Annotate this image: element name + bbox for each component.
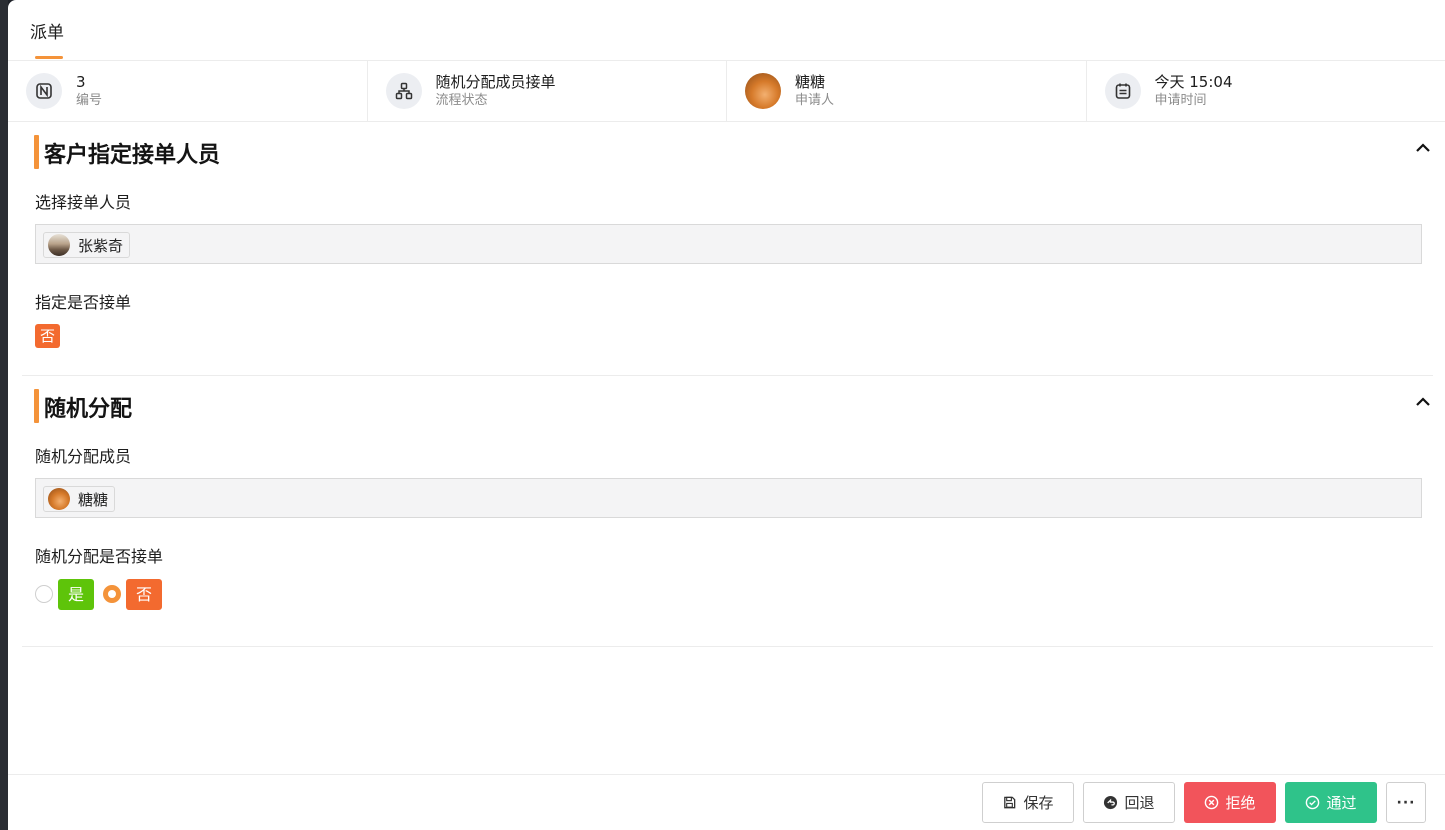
- undo-icon: [1104, 795, 1118, 810]
- rollback-button[interactable]: 回退: [1083, 782, 1175, 823]
- more-icon: ···: [1396, 794, 1416, 811]
- rollback-button-label: 回退: [1124, 794, 1155, 812]
- field-label-assign-accept: 指定是否接单: [35, 293, 132, 312]
- tab-bar: 派单: [8, 0, 1445, 61]
- member-select-field[interactable]: 糖糖: [35, 478, 1422, 518]
- info-number: 3 编号: [8, 61, 368, 121]
- section-title: 客户指定接单人员: [44, 143, 221, 168]
- dispatch-panel: 派单 3 编号 随机分配成员接单 流程状态 糖糖 申请人 今天 15:04 申请…: [8, 0, 1445, 830]
- accept-status-badge: 否: [35, 324, 60, 348]
- chevron-up-icon[interactable]: [1413, 138, 1433, 158]
- field-label-random-member: 随机分配成员: [35, 447, 132, 466]
- notion-icon: [26, 73, 62, 109]
- section-random-assign: 随机分配 随机分配成员 糖糖 随机分配是否接单 是 否: [22, 376, 1433, 647]
- save-button[interactable]: 保存: [982, 782, 1074, 823]
- info-flow-status: 随机分配成员接单 流程状态: [368, 61, 727, 121]
- section-header: 随机分配: [22, 376, 1433, 438]
- reject-button-label: 拒绝: [1225, 794, 1256, 812]
- field-label-random-accept: 随机分配是否接单: [35, 547, 164, 566]
- user-chip-name: 张紫奇: [78, 236, 124, 255]
- reject-button[interactable]: 拒绝: [1184, 782, 1276, 823]
- info-number-label: 编号: [76, 93, 103, 108]
- calendar-icon: [1104, 73, 1141, 109]
- radio-yes[interactable]: [35, 585, 53, 603]
- info-flow-status-label: 流程状态: [435, 93, 488, 108]
- more-button[interactable]: ···: [1386, 782, 1426, 823]
- info-applicant: 糖糖 申请人: [727, 61, 1087, 121]
- check-circle-icon: [1306, 795, 1320, 810]
- section-accent-bar: [34, 389, 39, 423]
- info-apply-time: 今天 15:04 申请时间: [1087, 61, 1445, 121]
- user-chip-name: 糖糖: [78, 490, 109, 509]
- approve-button[interactable]: 通过: [1285, 782, 1377, 823]
- flow-icon: [385, 73, 422, 109]
- user-select-field[interactable]: 张紫奇: [35, 224, 1422, 264]
- radio-no[interactable]: [103, 585, 122, 603]
- form-content: 客户指定接单人员 选择接单人员 张紫奇 指定是否接单 否 随机分配 随机分配成员: [8, 122, 1445, 647]
- info-apply-time-value: 今天 15:04: [1154, 73, 1233, 91]
- avatar: [48, 488, 70, 510]
- section-accent-bar: [34, 135, 39, 169]
- info-strip: 3 编号 随机分配成员接单 流程状态 糖糖 申请人 今天 15:04 申请时间: [8, 61, 1445, 122]
- field-label-select-user: 选择接单人员: [35, 193, 132, 212]
- avatar: [745, 73, 781, 109]
- option-no-label[interactable]: 否: [126, 578, 163, 610]
- section-header: 客户指定接单人员: [22, 122, 1433, 184]
- action-footer: 保存 回退 拒绝 通过 ···: [8, 774, 1445, 830]
- tab-active-indicator: [35, 56, 63, 59]
- background-strip: [0, 0, 8, 830]
- accept-radio-group: 是 否: [35, 578, 1433, 610]
- user-chip: 张紫奇: [43, 232, 131, 258]
- avatar: [48, 234, 70, 256]
- chevron-up-icon[interactable]: [1413, 392, 1433, 412]
- info-apply-time-label: 申请时间: [1154, 93, 1207, 108]
- user-chip: 糖糖: [43, 486, 116, 512]
- save-icon: [1004, 796, 1016, 809]
- tab-dispatch[interactable]: 派单: [30, 18, 64, 43]
- info-number-value: 3: [76, 73, 86, 91]
- info-flow-status-value: 随机分配成员接单: [435, 73, 556, 91]
- approve-button-label: 通过: [1326, 794, 1357, 812]
- info-applicant-label: 申请人: [795, 93, 835, 108]
- save-button-label: 保存: [1023, 794, 1054, 812]
- option-yes-label[interactable]: 是: [58, 578, 95, 610]
- section-customer-assign: 客户指定接单人员 选择接单人员 张紫奇 指定是否接单 否: [22, 122, 1433, 376]
- info-applicant-value: 糖糖: [795, 73, 826, 91]
- section-title: 随机分配: [44, 397, 133, 422]
- close-circle-icon: [1205, 795, 1219, 810]
